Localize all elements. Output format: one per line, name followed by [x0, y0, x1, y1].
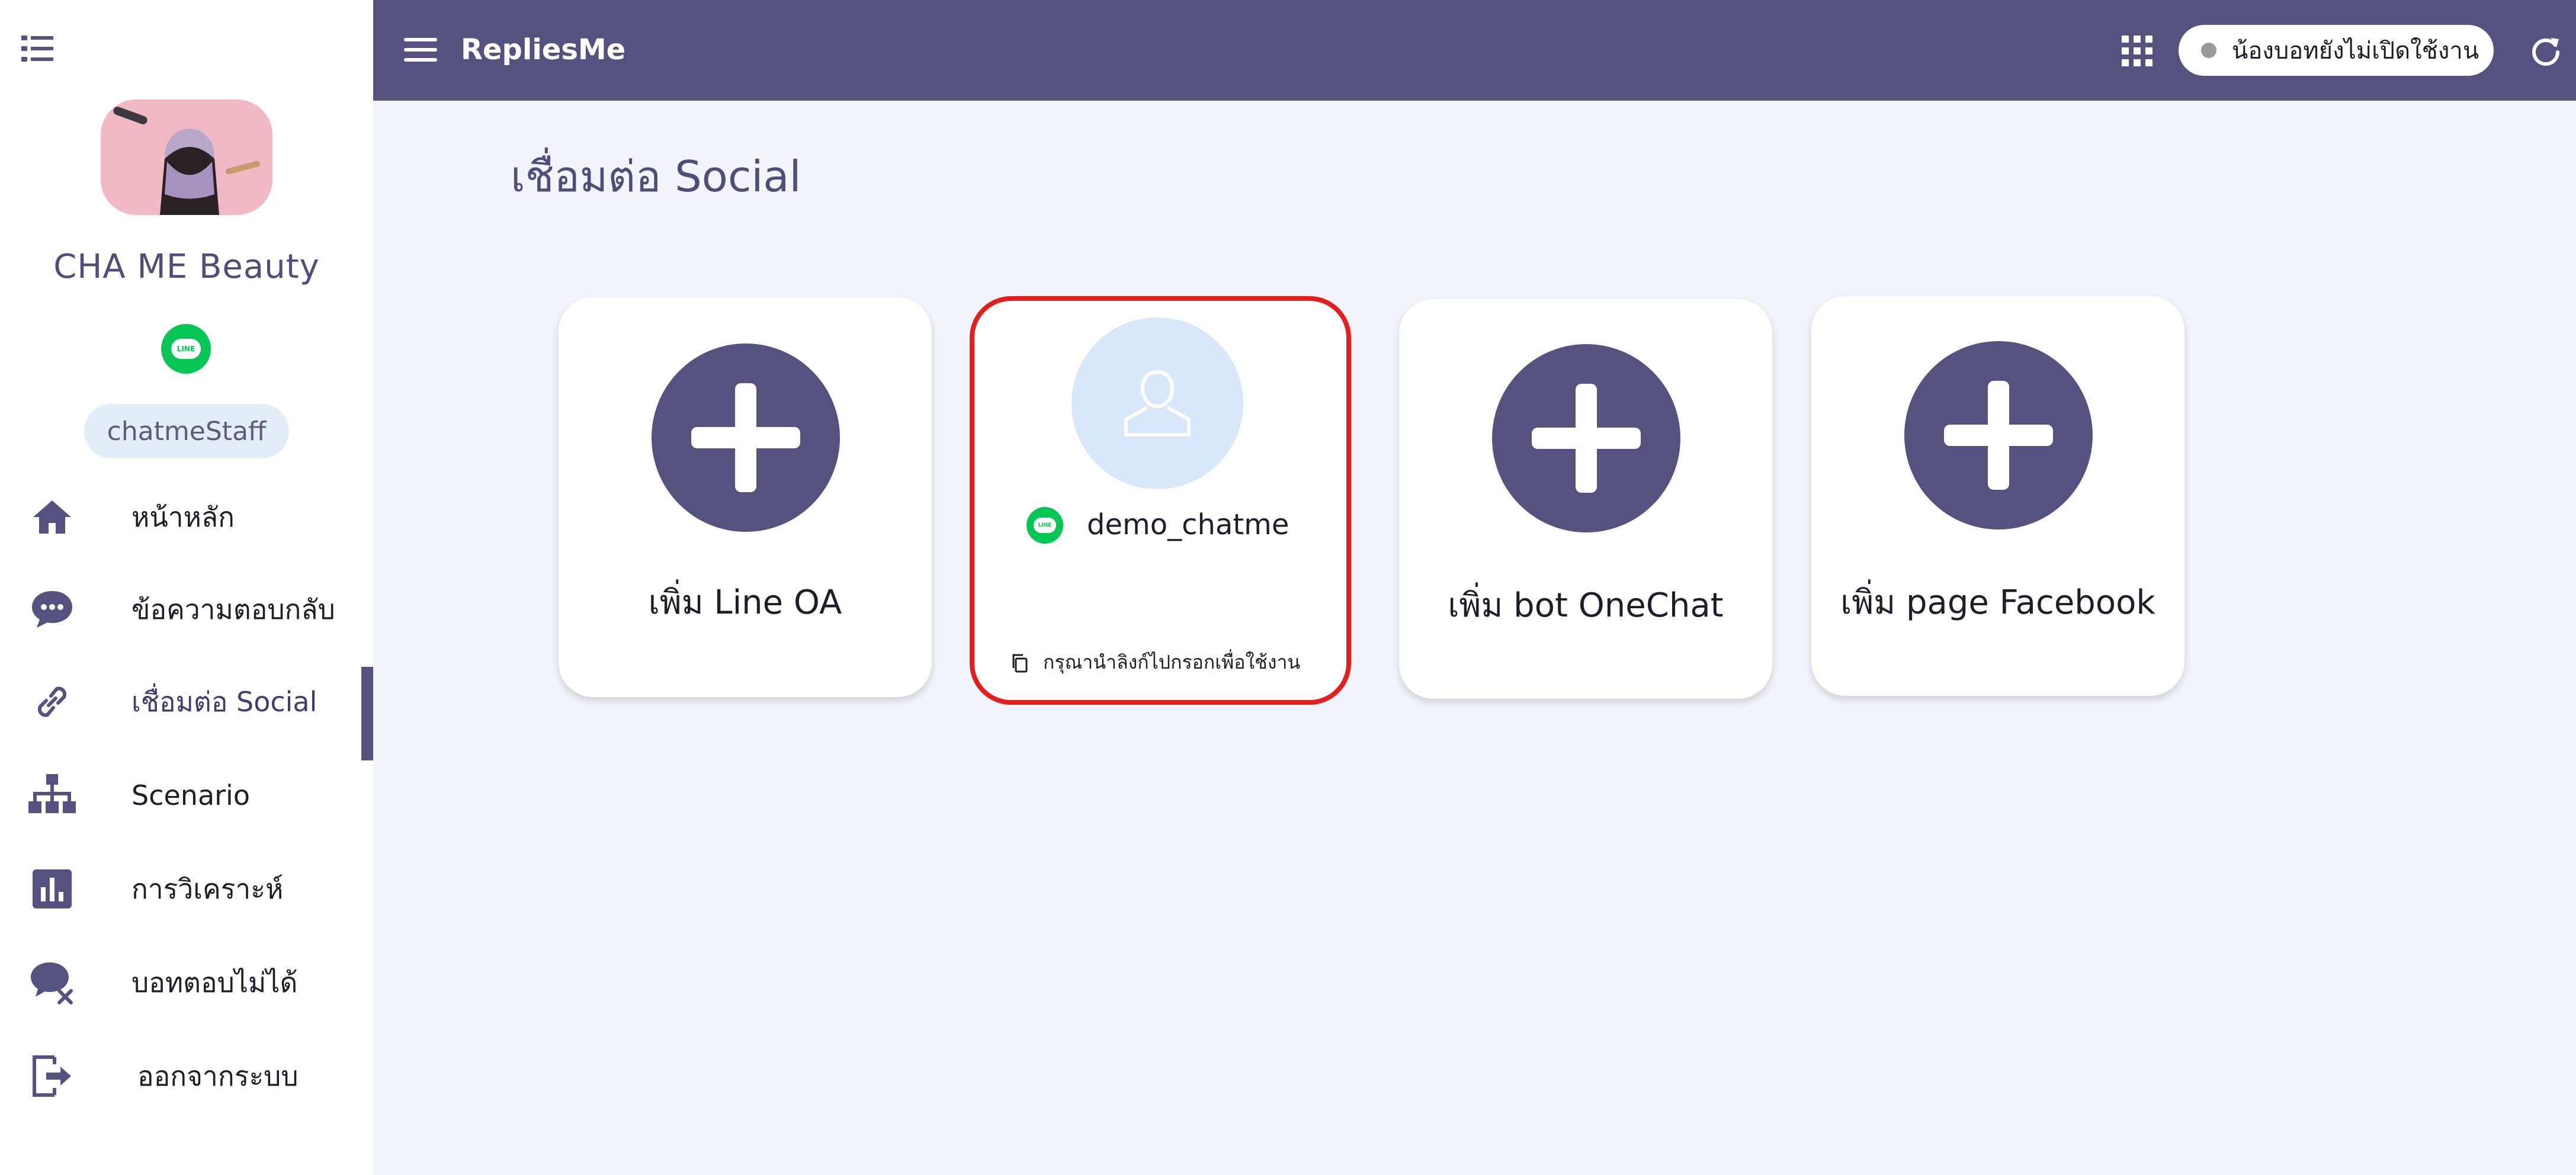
copy-link-hint: กรุณานำลิงก์ไปกรอกเพื่อใช้งาน — [1043, 651, 1301, 673]
sidebar-item-unanswered[interactable]: บอทตอบไม่ได้ — [0, 944, 373, 1021]
plus-icon — [652, 343, 840, 532]
sidebar-item-label: หน้าหลัก — [131, 500, 235, 533]
refresh-icon[interactable] — [2529, 34, 2562, 68]
hamburger-menu-icon[interactable] — [404, 37, 437, 63]
add-line-oa-card[interactable]: เพิ่ม Line OA — [559, 297, 932, 697]
sidebar-item-replies[interactable]: ข้อความตอบกลับ — [0, 571, 373, 648]
line-icon: LINE — [161, 324, 211, 374]
plus-icon — [1904, 341, 2093, 529]
active-indicator — [361, 667, 373, 760]
sidebar-item-social[interactable]: เชื่อมต่อ Social — [0, 663, 373, 760]
list-menu-icon[interactable] — [20, 33, 56, 64]
brand-name: RepliesMe — [461, 33, 626, 66]
page-title: เชื่อมต่อ Social — [511, 152, 801, 201]
bot-status-toggle[interactable]: น้องบอทยังไม่เปิดใช้งาน — [2179, 25, 2494, 76]
logout-icon — [28, 1052, 76, 1100]
line-badge-text: LINE — [1034, 518, 1056, 533]
line-account-card[interactable]: LINE demo_chatme กรุณานำลิงก์ไปกรอกเพื่อ… — [970, 296, 1351, 705]
add-onechat-bot-card[interactable]: เพิ่ม bot OneChat — [1399, 299, 1772, 699]
bot-status-text: น้องบอทยังไม่เปิดใช้งาน — [2232, 37, 2479, 65]
account-name: demo_chatme — [1087, 508, 1289, 541]
sidebar: CHA ME Beauty LINE chatmeStaff หน้าหลัก … — [0, 0, 373, 1175]
home-icon — [28, 493, 76, 541]
line-icon: LINE — [1026, 507, 1063, 544]
link-icon — [28, 678, 76, 725]
chat-cross-icon — [28, 959, 76, 1006]
card-label: เพิ่ม bot OneChat — [1448, 586, 1724, 625]
card-label: เพิ่ม page Facebook — [1840, 583, 2155, 622]
chat-bubble-icon — [28, 586, 76, 633]
sidebar-item-home[interactable]: หน้าหลัก — [0, 479, 373, 556]
shop-name: CHA ME Beauty — [53, 248, 320, 286]
status-dot — [2201, 43, 2216, 58]
line-badge-text: LINE — [171, 339, 201, 359]
bar-chart-icon — [28, 865, 76, 913]
sidebar-item-label: การวิเคราะห์ — [131, 872, 284, 905]
copy-link-button[interactable]: กรุณานำลิงก์ไปกรอกเพื่อใช้งาน — [1010, 647, 1300, 678]
sidebar-item-label: ออกจากระบบ — [137, 1060, 299, 1092]
plus-icon — [1492, 344, 1680, 532]
sidebar-item-analytics[interactable]: การวิเคราะห์ — [0, 850, 373, 927]
sidebar-item-label: ข้อความตอบกลับ — [131, 593, 335, 625]
role-chip: chatmeStaff — [84, 404, 289, 458]
sidebar-item-label: เชื่อมต่อ Social — [131, 685, 317, 718]
user-placeholder-icon — [1072, 317, 1243, 489]
add-facebook-page-card[interactable]: เพิ่ม page Facebook — [1811, 296, 2184, 696]
sitemap-icon — [28, 772, 76, 819]
shop-avatar — [101, 99, 272, 215]
top-bar: RepliesMe น้องบอทยังไม่เปิดใช้งาน — [373, 0, 2576, 101]
sidebar-item-label: บอทตอบไม่ได้ — [131, 966, 298, 999]
copy-icon — [1012, 654, 1028, 672]
sidebar-item-logout[interactable]: ออกจากระบบ — [0, 1038, 373, 1115]
sidebar-item-label: Scenario — [131, 779, 250, 811]
sidebar-item-scenario[interactable]: Scenario — [0, 757, 373, 834]
card-label: เพิ่ม Line OA — [648, 583, 842, 622]
apps-grid-icon[interactable] — [2122, 36, 2152, 66]
